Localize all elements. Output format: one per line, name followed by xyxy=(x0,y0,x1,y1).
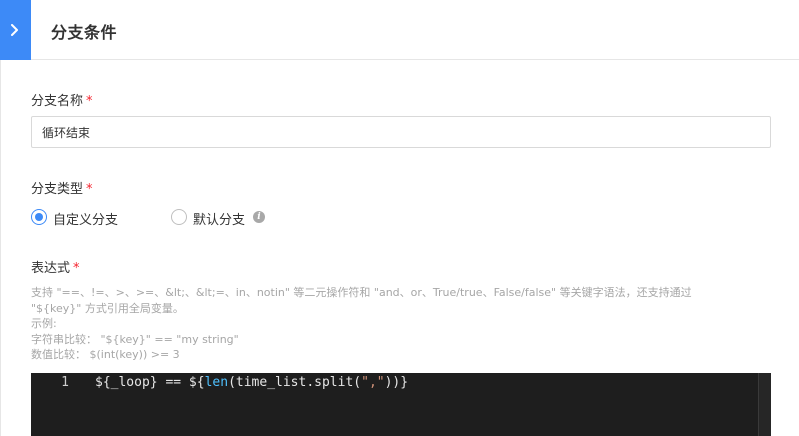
required-mark: * xyxy=(86,182,93,197)
editor-scrollbar[interactable] xyxy=(758,373,771,436)
radio-custom-branch[interactable]: 自定义分支 xyxy=(31,208,131,228)
radio-default-branch[interactable]: 默认分支 i xyxy=(171,208,271,228)
required-mark: * xyxy=(86,94,93,109)
hint-line: 字符串比较： "${key}" == "my string" xyxy=(31,332,239,346)
panel-header: 分支条件 xyxy=(0,0,799,60)
radio-custom-branch-label: 自定义分支 xyxy=(53,213,119,228)
hint-line: "${key}" 方式引用全局变量。 xyxy=(31,301,184,315)
code-token: (time_list.split( xyxy=(228,375,362,390)
radio-button-unchecked[interactable] xyxy=(171,209,187,225)
expression-label: 表达式 * xyxy=(31,257,80,276)
line-number: 1 xyxy=(61,375,69,390)
code-token: ${_loop} == ${ xyxy=(95,375,205,390)
chevron-right-icon xyxy=(11,24,18,36)
branch-type-label-text: 分支类型 xyxy=(31,182,84,197)
info-icon[interactable]: i xyxy=(253,211,265,223)
radio-button-checked[interactable] xyxy=(31,209,47,225)
code-token: ))} xyxy=(384,375,409,390)
expression-code-editor[interactable]: 1 ${_loop} == ${len(time_list.split(",")… xyxy=(31,373,771,436)
hint-line: 支持 "==、!=、>、>=、&lt;、&lt;=、in、notin" 等二元操… xyxy=(31,286,692,299)
radio-default-branch-label: 默认分支 xyxy=(193,213,246,228)
code-line[interactable]: ${_loop} == ${len(time_list.split(","))} xyxy=(95,375,408,390)
required-mark: * xyxy=(73,261,80,276)
branch-name-label-text: 分支名称 xyxy=(31,94,84,109)
branch-name-input[interactable] xyxy=(31,116,771,148)
branch-name-label: 分支名称 * xyxy=(31,90,93,109)
code-token-function: len xyxy=(204,375,229,390)
panel-left-border xyxy=(0,60,1,436)
hint-line: 数值比较： $(int(key)) >= 3 xyxy=(31,348,180,361)
code-token-string: "," xyxy=(361,375,385,390)
panel-title: 分支条件 xyxy=(51,23,118,42)
hint-line: 示例: xyxy=(31,317,57,330)
expression-hint: 支持 "==、!=、>、>=、&lt;、&lt;=、in、notin" 等二元操… xyxy=(31,285,771,363)
collapse-panel-button[interactable] xyxy=(0,0,31,60)
expression-label-text: 表达式 xyxy=(31,261,71,276)
branch-type-label: 分支类型 * xyxy=(31,178,93,197)
